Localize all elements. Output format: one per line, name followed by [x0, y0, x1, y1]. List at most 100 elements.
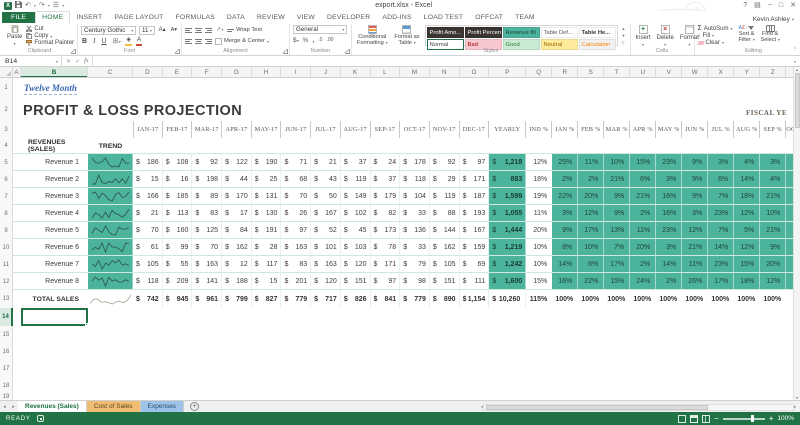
style-item[interactable]: Table He... — [579, 27, 616, 38]
pct-cell[interactable]: 3% — [708, 154, 734, 171]
cell[interactable]: $108 — [163, 154, 193, 171]
cell[interactable]: $799 — [222, 290, 252, 308]
revenue-row-label[interactable]: Revenue 4 — [21, 205, 88, 222]
paste-button[interactable]: Paste▾ — [5, 25, 24, 46]
fill-color-icon[interactable]: ◈ — [125, 37, 132, 46]
pct-cell[interactable]: 11% — [578, 154, 604, 171]
custom-tool-icon[interactable]: ☰ — [53, 2, 59, 10]
cell[interactable]: $45 — [341, 222, 371, 239]
cell[interactable]: $1,219 — [489, 239, 526, 256]
column-header-g[interactable]: G — [222, 67, 252, 77]
pct-cell[interactable]: 14% — [708, 239, 734, 256]
hscroll-right-icon[interactable]: ▸ — [794, 404, 796, 410]
alignment-dialog-launcher-icon[interactable] — [283, 49, 288, 54]
cell[interactable]: $33 — [400, 239, 430, 256]
cell[interactable]: $24 — [371, 154, 401, 171]
pct-cell[interactable]: 21% — [760, 188, 786, 205]
revenue-row-label[interactable]: Revenue 2 — [21, 171, 88, 188]
pct-cell[interactable]: 16% — [552, 273, 578, 290]
cell[interactable]: $89 — [192, 188, 222, 205]
orientation-icon[interactable]: ↗▾ — [215, 25, 224, 35]
sheet-tab-expenses[interactable]: Expenses — [141, 401, 185, 412]
row-header-15[interactable]: 15 — [0, 326, 13, 343]
pct-cell[interactable]: 20% — [760, 256, 786, 273]
cell[interactable]: $193 — [460, 205, 490, 222]
font-color-icon[interactable]: A — [136, 37, 142, 46]
align-middle-icon[interactable] — [195, 28, 202, 33]
row-header-2[interactable]: 2 — [0, 98, 13, 121]
column-header-d[interactable]: D — [133, 67, 163, 77]
revenue-row-label[interactable]: Revenue 8 — [21, 273, 88, 290]
cell[interactable]: $171 — [371, 256, 401, 273]
undo-icon[interactable]: ↶ — [25, 2, 31, 10]
pct-cell[interactable]: 10% — [578, 239, 604, 256]
italic-button[interactable]: I — [92, 37, 96, 46]
row-header-17[interactable]: 17 — [0, 360, 13, 377]
cell[interactable]: $163 — [192, 256, 222, 273]
clear-button[interactable]: Clear▾ — [698, 39, 733, 46]
cell[interactable]: $209 — [163, 273, 193, 290]
ind-pct-cell[interactable]: 18% — [526, 171, 552, 188]
cell[interactable]: $43 — [311, 171, 341, 188]
column-header-b[interactable]: B — [21, 67, 88, 77]
sheet-tab-revenues-sales-[interactable]: Revenues (Sales) — [18, 401, 87, 412]
conditional-formatting-button[interactable]: Conditional Formatting ▾ — [355, 25, 389, 46]
pct-cell[interactable]: 12% — [578, 205, 604, 222]
cell[interactable]: $179 — [371, 188, 401, 205]
cell[interactable]: $37 — [341, 154, 371, 171]
sheet-nav-right-icon[interactable]: ▸ — [9, 401, 18, 412]
font-size-select[interactable]: 11▾ — [139, 26, 155, 35]
cell[interactable]: $160 — [163, 222, 193, 239]
pct-cell[interactable]: 5% — [734, 222, 760, 239]
redo-icon[interactable]: ↷ — [39, 2, 45, 10]
pct-cell[interactable]: 17% — [708, 273, 734, 290]
align-center-icon[interactable] — [195, 39, 202, 44]
pct-cell[interactable]: 21% — [760, 222, 786, 239]
cell[interactable]: $1,599 — [489, 188, 526, 205]
row-header-12[interactable]: 12 — [0, 273, 13, 290]
cell[interactable]: $118 — [133, 273, 163, 290]
cell[interactable]: $102 — [341, 205, 371, 222]
pct-cell[interactable]: 12% — [760, 273, 786, 290]
pct-cell[interactable]: 21% — [604, 171, 630, 188]
cell[interactable]: $163 — [281, 239, 311, 256]
underline-button[interactable]: U — [100, 37, 107, 46]
pct-cell[interactable]: 9% — [552, 222, 578, 239]
pct-cell[interactable]: 12% — [682, 222, 708, 239]
zoom-in-icon[interactable]: + — [769, 415, 774, 423]
ind-pct-cell[interactable]: 20% — [526, 222, 552, 239]
save-icon[interactable] — [15, 1, 22, 11]
cell[interactable]: $170 — [222, 188, 252, 205]
column-header-v[interactable]: V — [656, 67, 682, 77]
cell[interactable]: $779 — [400, 290, 430, 308]
delete-cells-button[interactable]: × Delete▾ — [655, 25, 676, 46]
column-header-m[interactable]: M — [400, 67, 430, 77]
pct-cell[interactable]: 6% — [630, 171, 656, 188]
find-select-button[interactable]: Find & Select ▾ — [759, 25, 782, 46]
cell[interactable]: $201 — [281, 273, 311, 290]
pct-cell[interactable]: 4% — [734, 154, 760, 171]
row-header-1[interactable]: 1 — [0, 78, 13, 98]
trend-cell[interactable] — [88, 188, 133, 205]
row-header-6[interactable]: 6 — [0, 171, 13, 188]
pct-cell[interactable]: 7% — [708, 222, 734, 239]
collapse-ribbon-icon[interactable]: ⌃ — [793, 47, 797, 53]
revenue-row-label[interactable]: Revenue 7 — [21, 256, 88, 273]
column-header-s[interactable]: S — [578, 67, 604, 77]
cell[interactable]: $50 — [311, 188, 341, 205]
column-header-e[interactable]: E — [163, 67, 193, 77]
merge-center-button[interactable]: Merge & Center▾ — [215, 38, 269, 45]
pct-cell[interactable]: 2% — [630, 205, 656, 222]
cell[interactable]: $1,242 — [489, 256, 526, 273]
cell[interactable]: $105 — [430, 256, 460, 273]
pct-cell[interactable]: 8% — [552, 239, 578, 256]
cell[interactable]: $130 — [252, 205, 282, 222]
ribbon-tab-data[interactable]: DATA — [221, 12, 251, 23]
revenue-row-label[interactable]: Revenue 6 — [21, 239, 88, 256]
cell[interactable]: $167 — [311, 205, 341, 222]
row-header-3[interactable]: 3 — [0, 121, 13, 138]
ribbon-tab-add-ins[interactable]: ADD-INS — [376, 12, 417, 23]
pct-cell[interactable]: 16% — [656, 205, 682, 222]
column-header-n[interactable]: N — [430, 67, 460, 77]
cell[interactable]: $84 — [222, 222, 252, 239]
